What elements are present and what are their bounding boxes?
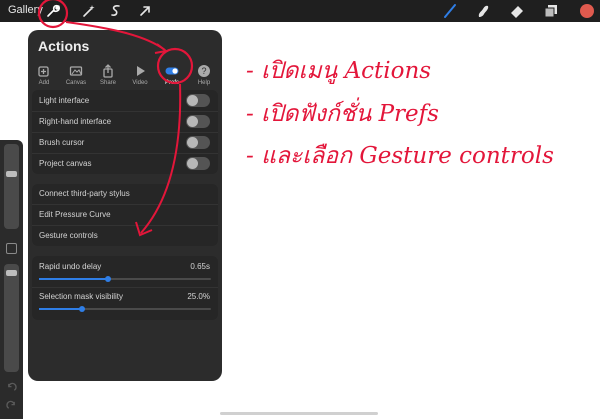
- tab-label: Prefs: [164, 80, 179, 86]
- play-icon: [137, 66, 145, 76]
- magic-wand-icon[interactable]: [79, 1, 99, 21]
- gesture-controls-link[interactable]: Gesture controls: [39, 231, 98, 240]
- selection-mask-visibility-label: Selection mask visibility: [39, 292, 124, 301]
- svg-text:?: ?: [201, 66, 206, 76]
- tab-label: Add: [38, 80, 50, 86]
- brush-cursor-switch[interactable]: [186, 136, 210, 149]
- wrench-icon[interactable]: [43, 1, 63, 21]
- sliders-group: Rapid undo delay 0.65s Selection mask vi…: [32, 256, 218, 320]
- add-image-icon: [38, 66, 49, 77]
- edit-pressure-curve-link[interactable]: Edit Pressure Curve: [39, 210, 111, 219]
- toggle-label-right-hand-interface: Right-hand interface: [39, 117, 112, 126]
- rapid-undo-delay-value: 0.65s: [190, 262, 210, 271]
- rapid-undo-delay-handle[interactable]: [104, 276, 111, 282]
- rapid-undo-delay-label: Rapid undo delay: [39, 262, 102, 271]
- light-interface-switch[interactable]: [186, 94, 210, 107]
- brush-size-handle[interactable]: [6, 171, 17, 177]
- top-toolbar: Gallery: [0, 0, 600, 22]
- tab-label: Help: [197, 80, 211, 86]
- interface-toggles-group: Light interface Right-hand interface Bru…: [32, 90, 218, 174]
- annotation-line-1: - เปิดเมนู Actions: [246, 58, 431, 84]
- brush-size-sidebar: [0, 140, 23, 419]
- right-hand-interface-switch[interactable]: [186, 115, 210, 128]
- rapid-undo-delay-slider[interactable]: [39, 276, 211, 282]
- settings-links-group: Connect third-party stylus Edit Pressure…: [32, 184, 218, 246]
- share-icon: [103, 64, 113, 78]
- connect-stylus-link[interactable]: Connect third-party stylus: [39, 189, 130, 198]
- toggle-icon: [165, 67, 179, 75]
- panel-title: Actions: [38, 38, 90, 54]
- annotation-line-3: - และเลือก Gesture controls: [246, 143, 554, 169]
- redo-icon[interactable]: [6, 400, 17, 411]
- tab-label: Video: [132, 80, 148, 86]
- opacity-handle[interactable]: [6, 270, 17, 276]
- tab-label: Canvas: [65, 80, 87, 86]
- eraser-icon[interactable]: [507, 1, 527, 21]
- layers-icon[interactable]: [541, 1, 561, 21]
- canvas-icon: [69, 66, 83, 76]
- tab-label: Share: [99, 80, 116, 86]
- toggle-label-brush-cursor: Brush cursor: [39, 138, 85, 147]
- gallery-button[interactable]: Gallery: [8, 4, 43, 16]
- modify-button[interactable]: [6, 243, 17, 254]
- brush-icon[interactable]: [440, 1, 460, 21]
- selection-mask-visibility-handle[interactable]: [79, 306, 85, 312]
- toggle-label-light-interface: Light interface: [39, 96, 90, 105]
- toggle-label-project-canvas: Project canvas: [39, 159, 92, 168]
- transform-arrow-icon[interactable]: [135, 1, 155, 21]
- project-canvas-switch[interactable]: [186, 157, 210, 170]
- color-swatch-icon[interactable]: [577, 1, 597, 21]
- smudge-icon[interactable]: [473, 1, 493, 21]
- opacity-slider[interactable]: [4, 264, 19, 372]
- undo-icon[interactable]: [6, 382, 17, 393]
- selection-mask-visibility-slider[interactable]: [39, 306, 211, 312]
- actions-panel: Actions Add Canvas Share Video Prefs ? H…: [28, 30, 222, 381]
- help-icon: ?: [198, 65, 210, 77]
- annotation-line-2: - เปิดฟังก์ชั่น Prefs: [246, 97, 439, 127]
- selection-mask-visibility-value: 25.0%: [187, 292, 210, 301]
- selection-icon[interactable]: [106, 1, 126, 21]
- brush-size-slider[interactable]: [4, 144, 19, 229]
- home-indicator: [220, 412, 378, 415]
